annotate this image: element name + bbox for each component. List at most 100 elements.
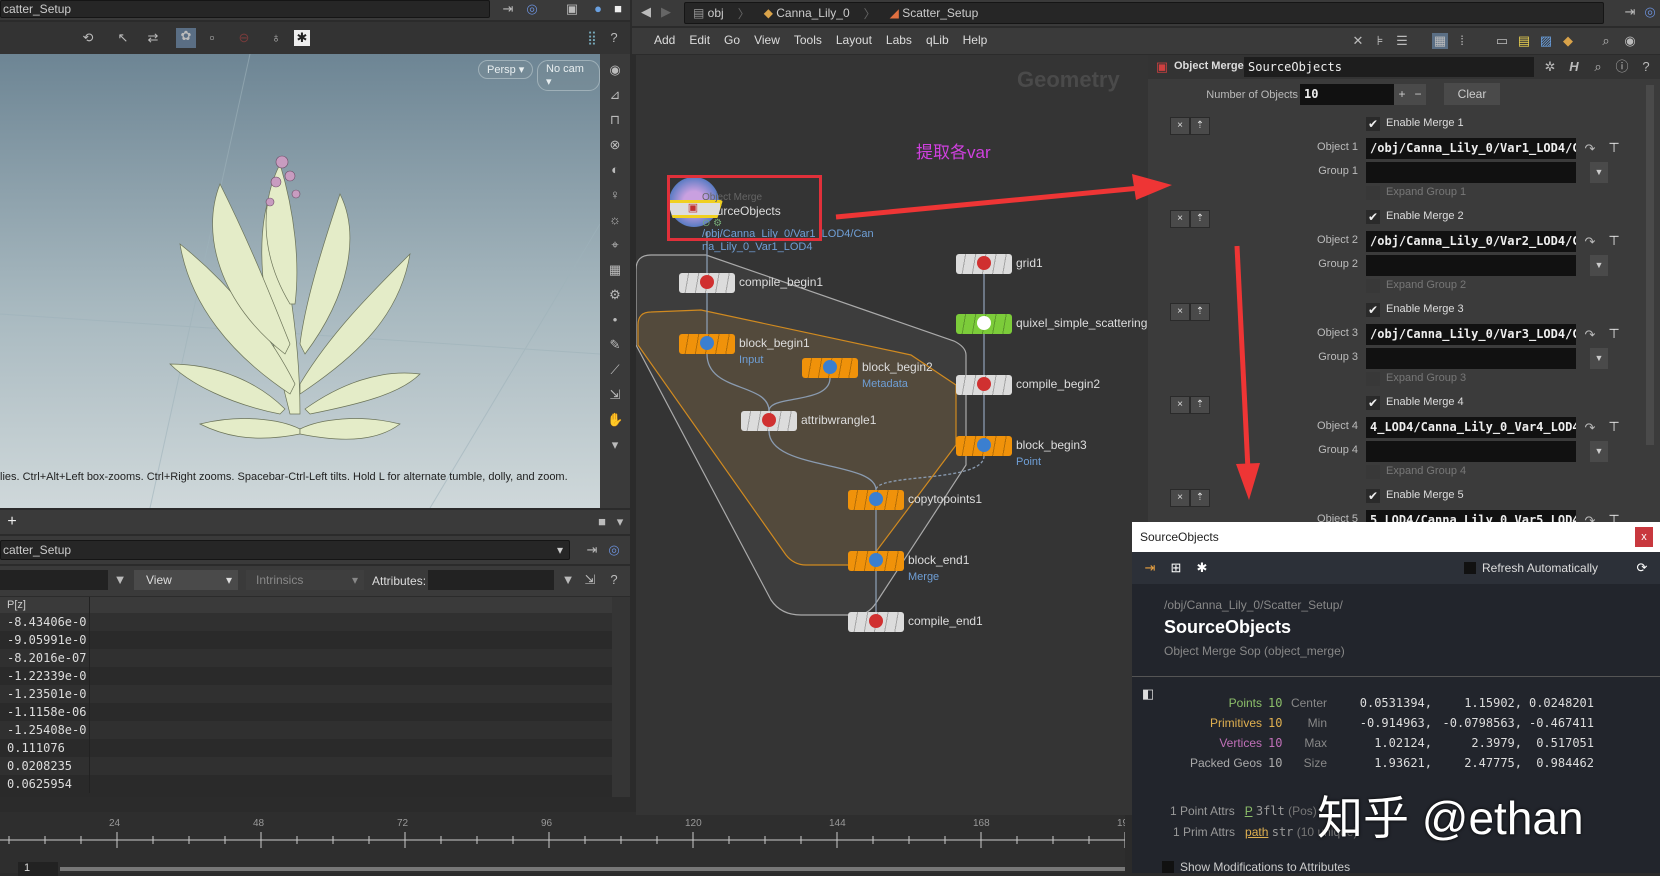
hierarchy-icon[interactable]: ⣿ — [584, 30, 600, 46]
perspective-dropdown[interactable]: Persp ▾ — [478, 60, 534, 79]
param-scrollbar[interactable] — [1646, 85, 1654, 445]
object-path-field[interactable]: /obj/Canna_Lily_0/Var3_LOD4/C — [1366, 324, 1576, 345]
group-dropdown-button[interactable]: ▼ — [1590, 162, 1608, 183]
help-icon[interactable]: ? — [1638, 59, 1654, 75]
network-box-icon[interactable]: ▭ — [1494, 33, 1510, 49]
link-icon[interactable]: ◎ — [524, 1, 540, 17]
delete-merge-button[interactable]: × — [1170, 303, 1190, 321]
pane-layout-icon[interactable]: ■ — [594, 514, 610, 530]
insert-merge-button[interactable]: ⇡ — [1190, 303, 1210, 321]
camera-icon[interactable]: ♁ — [268, 30, 284, 46]
spreadsheet-path-field[interactable]: catter_Setup ▾ — [0, 540, 570, 560]
grid-icon[interactable]: ⁞ — [1454, 33, 1470, 49]
point-attr-name[interactable]: P — [1245, 804, 1253, 818]
menu-edit[interactable]: Edit — [689, 33, 710, 47]
enable-merge-checkbox[interactable]: ✔ — [1366, 489, 1380, 503]
group-dropdown-button[interactable]: ▼ — [1590, 348, 1608, 369]
sticky-note-icon[interactable]: ▤ — [1516, 33, 1532, 49]
delete-merge-button[interactable]: × — [1170, 117, 1190, 135]
insert-merge-button[interactable]: ⇡ — [1190, 117, 1210, 135]
jump-icon[interactable]: ↷ — [1582, 420, 1598, 436]
asset-icon[interactable]: ◆ — [1560, 33, 1576, 49]
attributes-input[interactable] — [428, 570, 554, 590]
insert-merge-button[interactable]: ⇡ — [1190, 396, 1210, 414]
node-compile_begin1[interactable] — [679, 273, 735, 293]
menu-view[interactable]: View — [754, 33, 780, 47]
increment-button[interactable]: + — [1394, 84, 1410, 105]
attribute-filter-icon[interactable]: ▼ — [560, 572, 576, 588]
camera-view-icon[interactable]: ⌖ — [607, 237, 623, 253]
disabled-icon[interactable]: ⊖ — [236, 30, 252, 46]
shading-icon[interactable]: ◐ — [607, 162, 623, 178]
node-block_begin1[interactable] — [679, 334, 735, 354]
group-field[interactable] — [1366, 348, 1576, 369]
brush-icon[interactable]: ✎ — [607, 337, 623, 353]
insert-merge-button[interactable]: ⇡ — [1190, 210, 1210, 228]
pane-menu-icon[interactable]: ▾ — [612, 514, 628, 530]
group-dropdown-button[interactable]: ▼ — [1590, 255, 1608, 276]
help-icon[interactable]: ? — [606, 572, 622, 588]
object-path-field[interactable]: 4_LOD4/Canna_Lily_0_Var4_LOD4 — [1366, 417, 1576, 438]
tools-icon[interactable]: ✕ — [1350, 33, 1366, 49]
node-chooser-icon[interactable]: ⊤ — [1606, 140, 1622, 156]
enable-merge-checkbox[interactable]: ✔ — [1366, 396, 1380, 410]
pin-icon[interactable]: ⇥ — [1622, 4, 1638, 20]
expand-group-checkbox[interactable] — [1366, 465, 1380, 479]
object-path-field[interactable]: /obj/Canna_Lily_0/Var2_LOD4/C — [1366, 231, 1576, 252]
eye-icon[interactable]: ◉ — [1622, 33, 1638, 49]
camera-dropdown[interactable]: No cam ▾ — [537, 60, 600, 91]
pin-icon[interactable]: ⇥ — [584, 542, 600, 558]
menu-help[interactable]: Help — [963, 33, 988, 47]
menu-add[interactable]: Add — [654, 33, 675, 47]
refresh-icon[interactable]: ⟳ — [1634, 560, 1650, 576]
display-options-icon[interactable]: ▣ — [564, 1, 580, 17]
group-field[interactable] — [1366, 255, 1576, 276]
display-geometry-icon[interactable]: ✿ — [176, 28, 196, 48]
node-chooser-icon[interactable]: ⊤ — [1606, 419, 1622, 435]
show-mods-checkbox[interactable] — [1162, 861, 1174, 873]
color-palette-icon[interactable]: ▦ — [1432, 33, 1448, 49]
export-icon[interactable]: ⇲ — [582, 572, 598, 588]
filter-input[interactable] — [0, 570, 108, 590]
tumble-icon[interactable]: ⟲ — [80, 30, 96, 46]
menu-go[interactable]: Go — [724, 33, 740, 47]
view-icon[interactable]: ◉ — [607, 62, 623, 78]
spreadsheet-scrollbar[interactable] — [612, 597, 630, 797]
forward-icon[interactable]: ▶ — [658, 4, 674, 20]
transform-icon[interactable]: ⇄ — [145, 30, 161, 46]
group-field[interactable] — [1366, 441, 1576, 462]
hand-icon[interactable]: ✋ — [607, 412, 623, 428]
node-name-field[interactable]: SourceObjects — [1244, 57, 1534, 77]
visualize-icon[interactable]: ⚙ — [607, 287, 623, 303]
settings-icon[interactable]: ✱ — [294, 30, 310, 46]
delete-merge-button[interactable]: × — [1170, 489, 1190, 507]
node-compile_begin2[interactable] — [956, 375, 1012, 395]
snapshot-icon[interactable]: ■ — [610, 1, 626, 17]
gear-icon[interactable]: ✲ — [1542, 59, 1558, 75]
intrinsics-dropdown[interactable]: Intrinsics ▾ — [246, 570, 364, 590]
image-icon[interactable]: ▨ — [1538, 33, 1554, 49]
enable-merge-checkbox[interactable]: ✔ — [1366, 303, 1380, 317]
num-objects-field[interactable]: 10 — [1300, 84, 1394, 105]
node-attribwrangle1[interactable] — [741, 411, 797, 431]
group-field[interactable] — [1366, 162, 1576, 183]
handle-icon[interactable]: ⊿ — [607, 87, 623, 103]
network-editor[interactable]: Geometry 提取各var ▣ Object Merge SourceObj… — [636, 55, 1148, 815]
help-h-icon[interactable]: H — [1566, 59, 1582, 75]
delete-merge-button[interactable]: × — [1170, 396, 1190, 414]
group-dropdown-button[interactable]: ▼ — [1590, 441, 1608, 462]
help-icon[interactable]: ? — [606, 30, 622, 46]
measure-icon[interactable]: ⟋ — [607, 362, 623, 378]
prim-attr-name[interactable]: path — [1245, 825, 1268, 839]
3d-viewport[interactable]: Persp ▾ No cam ▾ lies. Ctrl+Alt+Left box… — [0, 54, 600, 508]
column-header-pz[interactable]: P[z] — [0, 597, 90, 613]
view-dropdown[interactable]: View ▾ — [134, 570, 238, 590]
object-path-field[interactable]: /obj/Canna_Lily_0/Var1_LOD4/C — [1366, 138, 1576, 159]
jump-icon[interactable]: ↷ — [1582, 141, 1598, 157]
info-icon[interactable]: ⓘ — [1614, 59, 1630, 75]
jump-icon[interactable]: ↷ — [1582, 234, 1598, 250]
insert-merge-button[interactable]: ⇡ — [1190, 489, 1210, 507]
node-chooser-icon[interactable]: ⊤ — [1606, 233, 1622, 249]
search-icon[interactable]: ⌕ — [1590, 59, 1606, 75]
menu-qlib[interactable]: qLib — [926, 33, 949, 47]
